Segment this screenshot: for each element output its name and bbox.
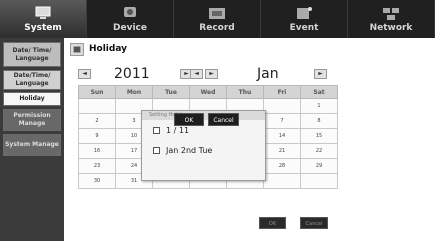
sidebar-item-system-manage[interactable]: System Manage xyxy=(3,134,61,156)
calendar-day-cell[interactable]: 2 xyxy=(78,113,116,129)
calendar-day-cell[interactable]: 14 xyxy=(263,128,301,144)
weekday-header: Sat xyxy=(300,85,338,99)
weekday-option-label: Jan 2nd Tue xyxy=(166,146,213,155)
calendar-day-cell[interactable] xyxy=(300,173,338,189)
sidebar-item-label: Holiday xyxy=(19,95,45,102)
year-value: 2011 xyxy=(114,66,150,82)
network-icon xyxy=(383,7,399,20)
sidebar-subitem-holiday[interactable]: Holiday xyxy=(3,92,61,106)
holiday-option-date: 1 / 11 xyxy=(153,126,189,135)
next-month-button[interactable]: ► xyxy=(205,69,218,79)
page-title: Holiday xyxy=(89,44,127,54)
weekday-header: Tue xyxy=(152,85,190,99)
calendar-day-cell[interactable]: 9 xyxy=(78,128,116,144)
calendar-day-cell[interactable]: 30 xyxy=(78,173,116,189)
calendar-day-cell[interactable]: 7 xyxy=(263,113,301,129)
cancel-button[interactable]: Cancel xyxy=(300,217,328,229)
tab-device[interactable]: Device xyxy=(87,0,174,38)
dialog-cancel-button[interactable]: Cancel xyxy=(208,113,239,126)
calendar-day-cell[interactable]: 21 xyxy=(263,143,301,159)
calendar-day-cell[interactable]: 29 xyxy=(300,158,338,174)
month-forward-button[interactable]: ► xyxy=(314,69,327,79)
top-tab-bar: System Device Record Event Network xyxy=(0,0,435,38)
tab-network-label: Network xyxy=(369,22,413,33)
sidebar-item-label: Date/Time/ Language xyxy=(13,72,51,87)
tab-event[interactable]: Event xyxy=(261,0,348,38)
sidebar-item-label: Date/ Time/ Language xyxy=(12,46,52,62)
weekday-header: Mon xyxy=(115,85,153,99)
calendar-day-cell[interactable] xyxy=(263,173,301,189)
sidebar: Date/ Time/ Language Date/Time/ Language… xyxy=(0,38,64,241)
dialog-ok-button[interactable]: OK xyxy=(174,113,204,126)
event-icon xyxy=(297,6,312,19)
record-icon xyxy=(209,7,225,19)
tab-network[interactable]: Network xyxy=(348,0,435,38)
sidebar-item-permission-manage[interactable]: Permission Manage xyxy=(3,109,61,131)
calendar-day-cell[interactable]: 16 xyxy=(78,143,116,159)
sidebar-item-label: System Manage xyxy=(5,141,59,148)
calendar-header-row: Sun Mon Tue Wed Thu Fri Sat xyxy=(78,85,338,99)
tab-system-label: System xyxy=(24,22,62,33)
weekday-header: Sun xyxy=(78,85,116,99)
sidebar-item-date-time-language[interactable]: Date/ Time/ Language xyxy=(3,42,61,67)
holiday-option-weekday: Jan 2nd Tue xyxy=(153,146,212,155)
weekday-header: Thu xyxy=(226,85,264,99)
tab-event-label: Event xyxy=(289,22,319,33)
calendar-day-cell[interactable] xyxy=(263,98,301,114)
date-checkbox[interactable] xyxy=(153,127,160,134)
calendar-day-cell[interactable]: 1 xyxy=(300,98,338,114)
weekday-header: Fri xyxy=(263,85,301,99)
calendar-day-cell[interactable]: 15 xyxy=(300,128,338,144)
sidebar-item-label: Permission Manage xyxy=(13,112,51,127)
ok-button[interactable]: OK xyxy=(259,217,286,229)
tab-record-label: Record xyxy=(199,22,235,33)
tab-record[interactable]: Record xyxy=(174,0,261,38)
tab-device-label: Device xyxy=(113,22,147,33)
prev-year-button[interactable]: ◄ xyxy=(78,69,91,79)
device-icon xyxy=(124,6,136,17)
prev-month-button[interactable]: ◄ xyxy=(190,69,203,79)
calendar-day-cell[interactable]: 8 xyxy=(300,113,338,129)
sidebar-subitem-date-time-language[interactable]: Date/Time/ Language xyxy=(3,70,61,90)
main-panel: Holiday ◄ 2011 ► ◄ ► Jan ► Sun Mon Tue W… xyxy=(64,38,435,241)
weekday-checkbox[interactable] xyxy=(153,147,160,154)
calendar-day-cell[interactable]: 28 xyxy=(263,158,301,174)
month-value: Jan xyxy=(257,66,279,82)
calendar-day-cell[interactable]: 22 xyxy=(300,143,338,159)
calendar-day-cell[interactable]: 23 xyxy=(78,158,116,174)
system-icon xyxy=(35,6,51,19)
holiday-icon xyxy=(70,43,84,56)
calendar-day-cell[interactable] xyxy=(78,98,116,114)
weekday-header: Wed xyxy=(189,85,227,99)
date-option-label: 1 / 11 xyxy=(166,126,190,135)
tab-system[interactable]: System xyxy=(0,0,87,38)
